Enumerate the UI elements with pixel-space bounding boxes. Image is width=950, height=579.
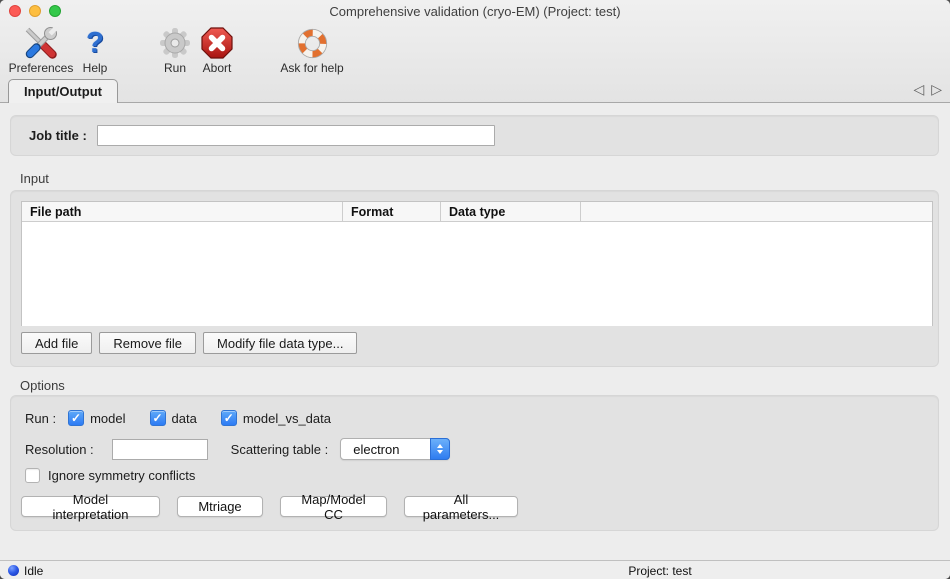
- column-header-empty: [580, 202, 932, 221]
- column-header-format[interactable]: Format: [342, 202, 440, 221]
- lifebuoy-icon: [296, 25, 329, 61]
- options-section-label: Options: [20, 378, 65, 393]
- toolbar-item-label: Run: [164, 61, 186, 75]
- mtriage-button[interactable]: Mtriage: [177, 496, 263, 517]
- abort-button[interactable]: Abort: [193, 25, 241, 75]
- toolbar-item-label: Ask for help: [280, 61, 343, 75]
- ignore-symmetry-label: Ignore symmetry conflicts: [48, 468, 195, 483]
- scattering-table-value: electron: [341, 442, 399, 457]
- map-model-cc-button[interactable]: Map/Model CC: [280, 496, 387, 517]
- input-section-label: Input: [20, 171, 49, 186]
- window-chrome: Comprehensive validation (cryo-EM) (Proj…: [0, 0, 950, 103]
- model-checkbox[interactable]: ✓: [68, 410, 84, 426]
- column-header-data-type[interactable]: Data type: [440, 202, 580, 221]
- model-vs-data-checkbox-label: model_vs_data: [243, 411, 331, 426]
- project-label: Project: test: [628, 564, 691, 578]
- tab-scroll-left-icon[interactable]: ◁: [913, 81, 924, 98]
- window-title: Comprehensive validation (cryo-EM) (Proj…: [0, 0, 950, 22]
- model-vs-data-checkbox[interactable]: ✓: [221, 410, 237, 426]
- resolution-row: Resolution : Scattering table : electron: [25, 438, 450, 460]
- toolbar-item-label: Help: [83, 61, 108, 75]
- scattering-table-select[interactable]: electron: [340, 438, 450, 460]
- file-table[interactable]: File path Format Data type: [21, 201, 933, 326]
- chevron-up-down-icon: [430, 438, 450, 460]
- status-text: Idle: [24, 564, 43, 578]
- ignore-symmetry-row: Ignore symmetry conflicts: [25, 468, 195, 483]
- modify-file-data-type-button[interactable]: Modify file data type...: [203, 332, 357, 354]
- run-options-row: Run : ✓ model ✓ data ✓ model_vs_data: [25, 410, 331, 426]
- traffic-lights: [9, 5, 61, 17]
- model-interpretation-button[interactable]: Model interpretation: [21, 496, 160, 517]
- preferences-button[interactable]: Preferences: [6, 25, 76, 75]
- title-bar[interactable]: Comprehensive validation (cryo-EM) (Proj…: [0, 0, 950, 22]
- options-button-row: Model interpretation Mtriage Map/Model C…: [21, 496, 518, 517]
- tools-icon: [23, 25, 59, 61]
- minimize-button[interactable]: [29, 5, 41, 17]
- stop-icon: [200, 25, 234, 61]
- remove-file-button[interactable]: Remove file: [99, 332, 196, 354]
- job-title-input[interactable]: [97, 125, 495, 146]
- help-button[interactable]: ? Help: [76, 25, 114, 75]
- resolution-input[interactable]: [112, 439, 208, 460]
- job-title-panel: Job title :: [10, 115, 939, 156]
- check-icon: ✓: [224, 411, 234, 425]
- file-table-body[interactable]: [22, 222, 932, 326]
- check-icon: ✓: [71, 411, 81, 425]
- tab-bar: Input/Output ◁ ▷: [0, 77, 950, 103]
- add-file-button[interactable]: Add file: [21, 332, 92, 354]
- options-panel: Run : ✓ model ✓ data ✓ model_vs_data Res…: [10, 395, 939, 531]
- status-indicator-icon: [8, 565, 19, 576]
- question-mark-icon: ?: [86, 25, 104, 61]
- model-checkbox-label: model: [90, 411, 125, 426]
- data-checkbox-label: data: [172, 411, 197, 426]
- ask-for-help-button[interactable]: Ask for help: [274, 25, 350, 75]
- toolbar-item-label: Abort: [203, 61, 232, 75]
- status-bar: Idle Project: test: [0, 560, 950, 579]
- tab-scroll-arrows: ◁ ▷: [913, 81, 942, 98]
- scattering-table-label: Scattering table :: [231, 442, 329, 457]
- close-button[interactable]: [9, 5, 21, 17]
- column-header-file-path[interactable]: File path: [22, 202, 342, 221]
- tab-input-output[interactable]: Input/Output: [8, 79, 118, 103]
- tab-scroll-right-icon[interactable]: ▷: [931, 81, 942, 98]
- gear-icon: [158, 25, 192, 61]
- app-window: Comprehensive validation (cryo-EM) (Proj…: [0, 0, 950, 579]
- file-table-header: File path Format Data type: [22, 202, 932, 222]
- file-button-row: Add file Remove file Modify file data ty…: [21, 332, 357, 354]
- resolution-label: Resolution :: [25, 442, 94, 457]
- all-parameters-button[interactable]: All parameters...: [404, 496, 518, 517]
- run-button[interactable]: Run: [153, 25, 197, 75]
- zoom-button[interactable]: [49, 5, 61, 17]
- check-icon: ✓: [152, 411, 162, 425]
- job-title-label: Job title :: [29, 128, 87, 143]
- input-panel: File path Format Data type Add file Remo…: [10, 190, 939, 367]
- toolbar-item-label: Preferences: [9, 61, 74, 75]
- tab-content: Job title : Input File path Format Data …: [0, 103, 950, 560]
- toolbar: Preferences ? Help: [0, 22, 950, 77]
- run-label: Run :: [25, 411, 56, 426]
- ignore-symmetry-checkbox[interactable]: [25, 468, 40, 483]
- data-checkbox[interactable]: ✓: [150, 410, 166, 426]
